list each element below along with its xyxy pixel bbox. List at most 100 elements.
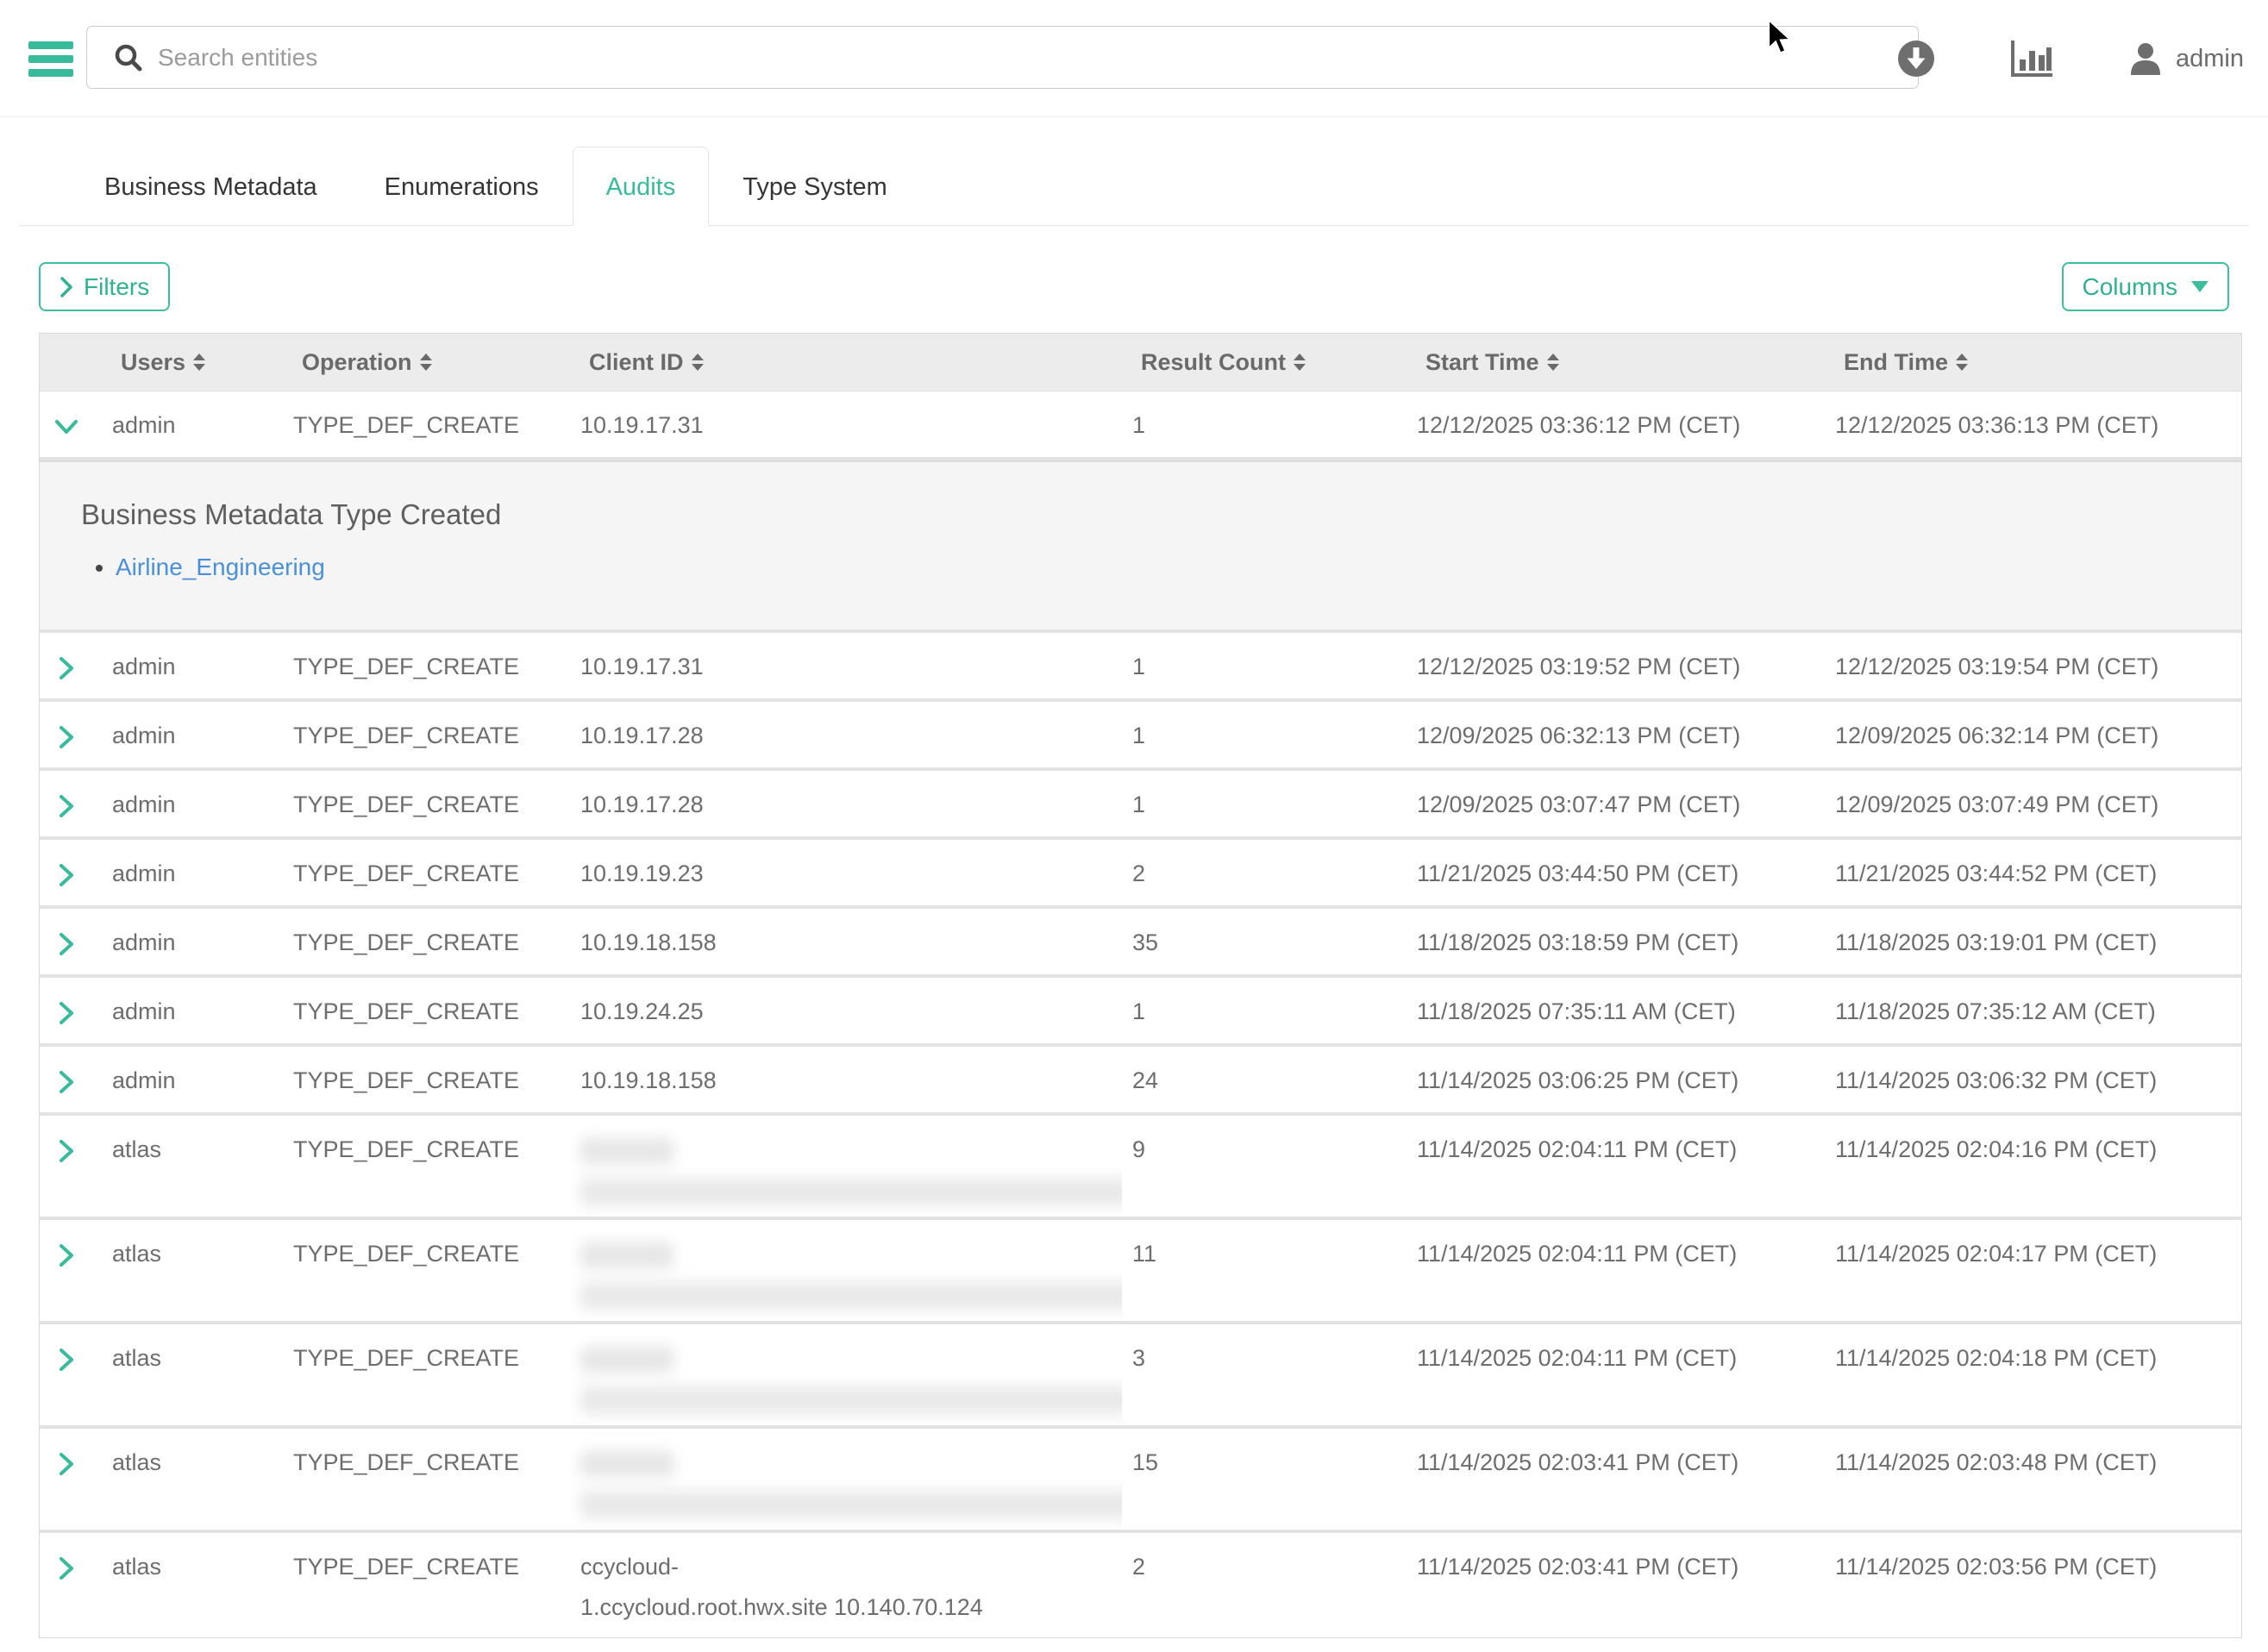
type-link[interactable]: Airline_Engineering <box>116 554 325 580</box>
result-count-cell: 2 <box>1122 840 1407 905</box>
table-row[interactable]: adminTYPE_DEF_CREATE10.19.17.28112/09/20… <box>40 702 2241 771</box>
user-cell: atlas <box>102 1533 283 1637</box>
user-menu[interactable]: admin <box>2127 41 2244 77</box>
end-time-cell: 12/09/2025 06:32:14 PM (CET) <box>1825 702 2243 767</box>
sort-icon <box>193 354 205 371</box>
blurred-client-id <box>580 1178 1122 1205</box>
user-cell: atlas <box>102 1116 283 1217</box>
operation-cell: TYPE_DEF_CREATE <box>283 1047 570 1112</box>
tab-business-metadata[interactable]: Business Metadata <box>71 147 351 226</box>
operation-cell: TYPE_DEF_CREATE <box>283 702 570 767</box>
user-cell: atlas <box>102 1324 283 1425</box>
expand-chevron-icon[interactable] <box>57 1555 76 1587</box>
result-count-cell: 35 <box>1122 909 1407 974</box>
result-count-cell: 9 <box>1122 1116 1407 1217</box>
sort-icon <box>692 354 704 371</box>
start-time-cell: 12/12/2025 03:36:12 PM (CET) <box>1407 391 1825 457</box>
column-header-start-time[interactable]: Start Time <box>1407 349 1825 376</box>
tab-audits[interactable]: Audits <box>573 147 710 226</box>
table-row[interactable]: atlasTYPE_DEF_CREATE 911/14/2025 02:04:11… <box>40 1116 2241 1220</box>
search-input[interactable] <box>158 44 1796 72</box>
expand-chevron-icon[interactable] <box>57 1000 76 1032</box>
atlas-admin-page: admin Business MetadataEnumerationsAudit… <box>0 0 2268 1652</box>
start-time-cell: 11/14/2025 02:04:11 PM (CET) <box>1407 1324 1825 1425</box>
user-cell: admin <box>102 771 283 836</box>
table-row[interactable]: atlasTYPE_DEF_CREATE311/14/2025 02:04:11… <box>40 1324 2241 1429</box>
table-row[interactable]: adminTYPE_DEF_CREATE10.19.17.28112/09/20… <box>40 771 2241 840</box>
result-count-cell: 1 <box>1122 391 1407 457</box>
expand-chevron-icon[interactable] <box>57 931 76 963</box>
blurred-client-id <box>580 1491 1122 1518</box>
operation-cell: TYPE_DEF_CREATE <box>283 633 570 698</box>
expand-chevron-icon[interactable] <box>57 1069 76 1101</box>
filters-button[interactable]: Filters <box>39 262 170 311</box>
expanded-audit-detail: Business Metadata Type CreatedAirline_En… <box>40 460 2241 633</box>
result-count-cell: 24 <box>1122 1047 1407 1112</box>
expand-chevron-icon[interactable] <box>57 862 76 894</box>
column-header-end-time[interactable]: End Time <box>1825 349 2243 376</box>
collapse-chevron-icon[interactable] <box>57 414 76 446</box>
expand-chevron-icon[interactable] <box>57 1138 76 1170</box>
sort-icon <box>1547 354 1559 371</box>
download-icon[interactable] <box>1896 39 1936 78</box>
user-cell: admin <box>102 1047 283 1112</box>
operation-cell: TYPE_DEF_CREATE <box>283 771 570 836</box>
expand-chevron-icon[interactable] <box>57 655 76 687</box>
start-time-cell: 11/14/2025 02:04:11 PM (CET) <box>1407 1116 1825 1217</box>
user-cell: admin <box>102 633 283 698</box>
blurred-client-id <box>580 1282 1122 1310</box>
expand-chevron-icon[interactable] <box>57 724 76 756</box>
statistics-chart-icon[interactable] <box>2010 39 2053 78</box>
start-time-cell: 11/18/2025 03:18:59 PM (CET) <box>1407 909 1825 974</box>
sort-icon <box>1294 354 1306 371</box>
table-row[interactable]: adminTYPE_DEF_CREATE10.19.18.1583511/18/… <box>40 909 2241 978</box>
tab-enumerations[interactable]: Enumerations <box>351 147 573 226</box>
operation-cell: TYPE_DEF_CREATE <box>283 1116 570 1217</box>
user-cell: admin <box>102 702 283 767</box>
expand-chevron-icon[interactable] <box>57 1451 76 1483</box>
operation-cell: TYPE_DEF_CREATE <box>283 909 570 974</box>
client-id-cell <box>570 1324 1122 1425</box>
columns-label: Columns <box>2083 273 2177 301</box>
column-header-users[interactable]: Users <box>102 349 283 376</box>
table-row[interactable]: adminTYPE_DEF_CREATE10.19.19.23211/21/20… <box>40 840 2241 909</box>
table-row[interactable]: adminTYPE_DEF_CREATE10.19.18.1582411/14/… <box>40 1047 2241 1116</box>
result-count-cell: 11 <box>1122 1220 1407 1321</box>
audit-table-header: Users Operation Client IDResult CountStart… <box>40 334 2241 391</box>
table-row[interactable]: atlasTYPE_DEF_CREATE1511/14/2025 02:03:4… <box>40 1429 2241 1533</box>
audit-table-body: adminTYPE_DEF_CREATE10.19.17.31112/12/20… <box>40 391 2241 1637</box>
start-time-cell: 11/14/2025 02:04:11 PM (CET) <box>1407 1220 1825 1321</box>
result-count-cell: 1 <box>1122 702 1407 767</box>
column-header-client-id[interactable]: Client ID <box>570 349 1122 376</box>
user-cell: admin <box>102 978 283 1043</box>
column-header-operation[interactable]: Operation <box>283 349 570 376</box>
expand-chevron-icon[interactable] <box>57 1347 76 1379</box>
list-item: Airline_Engineering <box>116 554 2215 581</box>
tab-type-system[interactable]: Type System <box>709 147 921 226</box>
table-row[interactable]: adminTYPE_DEF_CREATE10.19.17.31112/12/20… <box>40 391 2241 460</box>
column-label: Operation <box>302 349 412 376</box>
table-row[interactable]: atlasTYPE_DEF_CREATEccycloud-1.ccycloud.… <box>40 1533 2241 1637</box>
end-time-cell: 11/14/2025 02:04:17 PM (CET) <box>1825 1220 2243 1321</box>
start-time-cell: 11/14/2025 02:03:41 PM (CET) <box>1407 1429 1825 1530</box>
client-id-cell: 10.19.19.23 <box>570 840 1122 905</box>
blurred-client-id <box>580 1347 674 1373</box>
expand-chevron-icon[interactable] <box>57 1242 76 1274</box>
hamburger-menu-icon[interactable] <box>28 41 73 77</box>
table-row[interactable]: adminTYPE_DEF_CREATE10.19.17.31112/12/20… <box>40 633 2241 702</box>
blurred-client-id <box>580 1386 1122 1414</box>
user-cell: admin <box>102 909 283 974</box>
operation-cell: TYPE_DEF_CREATE <box>283 391 570 457</box>
user-cell: atlas <box>102 1220 283 1321</box>
end-time-cell: 11/14/2025 02:03:56 PM (CET) <box>1825 1533 2243 1637</box>
table-row[interactable]: adminTYPE_DEF_CREATE10.19.24.25111/18/20… <box>40 978 2241 1047</box>
operation-cell: TYPE_DEF_CREATE <box>283 978 570 1043</box>
operation-cell: TYPE_DEF_CREATE <box>283 1220 570 1321</box>
search-box[interactable] <box>86 26 1919 89</box>
expand-chevron-icon[interactable] <box>57 793 76 825</box>
result-count-cell: 1 <box>1122 978 1407 1043</box>
column-header-result-count[interactable]: Result Count <box>1122 349 1407 376</box>
columns-button[interactable]: Columns <box>2062 262 2229 311</box>
table-row[interactable]: atlasTYPE_DEF_CREATE1111/14/2025 02:04:1… <box>40 1220 2241 1324</box>
column-label: Users <box>121 349 185 376</box>
